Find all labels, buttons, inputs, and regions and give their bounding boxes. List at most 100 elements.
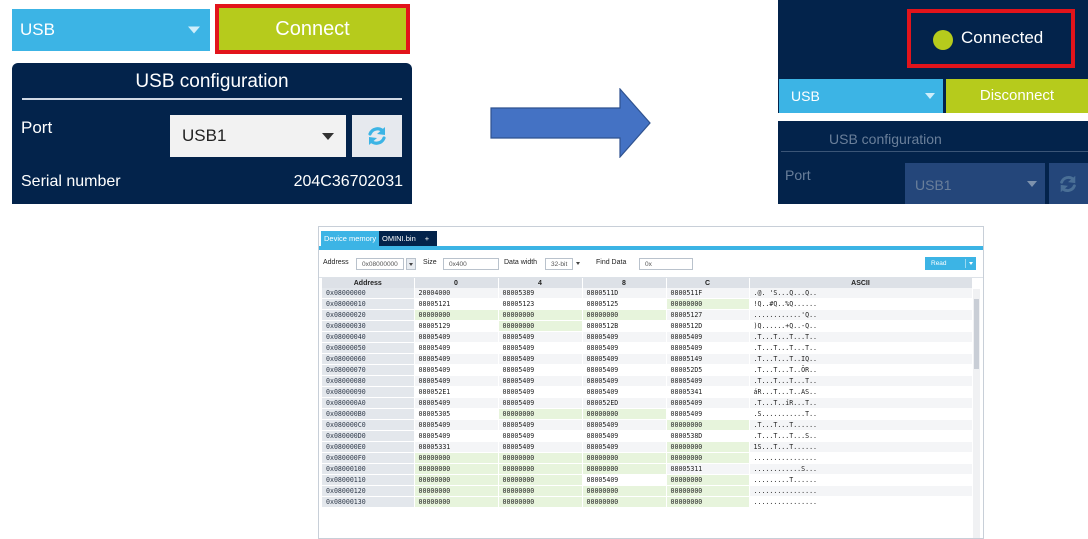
table-row[interactable]: 0x080000F0 00000000 00000000 00000000 000000…	[322, 452, 973, 464]
cell-address: 0x08000010	[322, 298, 415, 310]
cell-word-c: 08005409	[666, 397, 750, 409]
cell-address: 0x08000090	[322, 386, 415, 398]
connect-button[interactable]: Connect	[215, 4, 410, 54]
cell-word-0: 08005409	[414, 397, 499, 409]
cell-address: 0x080000D0	[322, 430, 415, 442]
address-dropdown-button[interactable]	[406, 258, 416, 270]
data-width-label: Data width	[504, 259, 538, 266]
cell-word-8: 08005409	[582, 474, 667, 486]
cell-word-4: 08005409	[498, 364, 583, 376]
read-button[interactable]: Read	[925, 257, 976, 270]
cell-word-4: 08005409	[498, 353, 583, 365]
table-header-row: Address 0 4 8 C ASCII	[322, 278, 973, 288]
cell-word-8: 00000000	[582, 408, 667, 420]
table-row[interactable]: 0x080000D0 08005409 08005409 08005409 080053…	[322, 430, 973, 442]
refresh-ports-button[interactable]	[352, 115, 402, 157]
interface-select[interactable]: USB	[779, 79, 943, 113]
cell-address: 0x08000070	[322, 364, 415, 376]
table-row[interactable]: 0x08000130 00000000 00000000 00000000 000000…	[322, 496, 973, 508]
cell-word-c: 00000000	[666, 474, 750, 486]
size-input[interactable]: 0x400	[443, 258, 499, 270]
cell-address: 0x08000120	[322, 485, 415, 497]
title-divider	[22, 98, 402, 100]
cell-word-8: 08005409	[582, 419, 667, 431]
table-row[interactable]: 0x08000110 00000000 00000000 08005409 000000…	[322, 474, 973, 486]
port-select-value: USB1	[915, 177, 952, 193]
cell-address: 0x08000030	[322, 320, 415, 332]
find-data-input[interactable]: 0x	[639, 258, 693, 270]
port-label: Port	[785, 167, 811, 183]
cell-word-c: 00000000	[666, 485, 750, 497]
data-width-select[interactable]: 32-bit	[545, 258, 573, 270]
cell-word-c: 08005409	[666, 342, 750, 354]
cell-word-4: 00000000	[498, 408, 583, 420]
interface-select[interactable]: USB	[12, 9, 210, 51]
cell-word-4: 00000000	[498, 452, 583, 464]
memory-tab-bar: Device memory OMINI.bin +	[319, 227, 983, 250]
port-select[interactable]: USB1	[170, 115, 346, 157]
connection-panel-after: Connected USB Disconnect USB configurati…	[778, 0, 1088, 204]
tab-omini-bin[interactable]: OMINI.bin	[379, 231, 421, 246]
table-row[interactable]: 0x080000C0 08005409 08005409 08005409 000000…	[322, 419, 973, 431]
table-row[interactable]: 0x08000030 08005129 00000000 0800512B 080051…	[322, 320, 973, 332]
table-row[interactable]: 0x08000070 08005409 08005409 08005409 080052…	[322, 364, 973, 376]
tab-device-memory[interactable]: Device memory	[321, 231, 383, 246]
cell-word-8: 08005409	[582, 441, 667, 453]
memory-table-body: 0x08000000 20004000 08005389 0800511D 080051…	[322, 288, 973, 508]
table-row[interactable]: 0x08000000 20004000 08005389 0800511D 080051…	[322, 288, 973, 299]
table-row[interactable]: 0x08000120 00000000 00000000 00000000 000000…	[322, 485, 973, 497]
table-row[interactable]: 0x080000B0 08005305 00000000 00000000 080054…	[322, 408, 973, 420]
refresh-ports-button-disabled	[1049, 163, 1088, 204]
table-row[interactable]: 0x08000080 08005409 08005409 08005409 080054…	[322, 375, 973, 387]
table-row[interactable]: 0x08000090 080052E1 08005409 08005409 080053…	[322, 386, 973, 398]
memory-toolbar: Address 0x08000000 Size 0x400 Data width…	[319, 253, 983, 278]
cell-word-c: 00000000	[666, 419, 750, 431]
table-row[interactable]: 0x08000100 00000000 00000000 00000000 080053…	[322, 463, 973, 475]
table-row[interactable]: 0x08000020 00000000 00000000 00000000 080051…	[322, 309, 973, 321]
interface-select-value: USB	[20, 20, 55, 39]
table-row[interactable]: 0x08000010 08005121 08005123 08005125 000000…	[322, 298, 973, 310]
cell-word-4: 08005409	[498, 386, 583, 398]
address-label: Address	[323, 259, 349, 266]
find-data-label: Find Data	[596, 259, 627, 266]
connection-panel-before: USB Connect USB configuration Port USB1 …	[5, 0, 412, 204]
cell-word-8: 0800511D	[582, 288, 667, 299]
table-row[interactable]: 0x08000060 08005409 08005409 08005409 080051…	[322, 353, 973, 365]
cell-word-0: 00000000	[414, 452, 499, 464]
connection-status: Connected	[907, 9, 1075, 68]
cell-word-0: 08005121	[414, 298, 499, 310]
cell-word-4: 08005409	[498, 430, 583, 442]
cell-word-8: 08005409	[582, 364, 667, 376]
cell-word-8: 080052ED	[582, 397, 667, 409]
table-row[interactable]: 0x08000040 08005409 08005409 08005409 080054…	[322, 331, 973, 343]
cell-word-0: 00000000	[414, 496, 499, 508]
usb-configuration-title: USB configuration	[135, 71, 289, 92]
usb-configuration-panel: USB configuration Port USB1 Serial numbe…	[12, 63, 412, 204]
port-label: Port	[21, 118, 53, 137]
device-memory-window: Device memory OMINI.bin + Address 0x0800…	[318, 226, 984, 539]
disconnect-button-label: Disconnect	[979, 87, 1055, 104]
cell-ascii: .T...T...T..IQ..	[749, 353, 973, 365]
cell-word-c: 08005409	[666, 331, 750, 343]
add-tab-button[interactable]: +	[417, 231, 437, 246]
data-width-dropdown-button[interactable]	[574, 258, 584, 270]
cell-ascii: .@. 'S...Q...Q..	[749, 288, 973, 299]
cell-word-0: 08005129	[414, 320, 499, 332]
cell-word-0: 20004000	[414, 288, 499, 299]
cell-ascii: ............'Q..	[749, 309, 973, 321]
table-row[interactable]: 0x080000E0 08005331 08005409 08005409 000000…	[322, 441, 973, 453]
table-row[interactable]: 0x080000A0 08005409 08005409 080052ED 080054…	[322, 397, 973, 409]
cell-ascii: ............S...	[749, 463, 973, 475]
cell-word-c: 00000000	[666, 496, 750, 508]
scrollbar-thumb[interactable]	[974, 299, 979, 369]
cell-word-0: 08005409	[414, 331, 499, 343]
vertical-scrollbar[interactable]	[973, 289, 980, 538]
disconnect-button[interactable]: Disconnect	[946, 79, 1088, 113]
cell-word-4: 08005409	[498, 441, 583, 453]
address-input[interactable]: 0x08000000	[356, 258, 404, 270]
cell-address: 0x08000000	[322, 288, 415, 299]
status-indicator-icon	[933, 30, 953, 50]
cell-word-0: 08005331	[414, 441, 499, 453]
table-row[interactable]: 0x08000050 08005409 08005409 08005409 080054…	[322, 342, 973, 354]
cell-word-c: 08005149	[666, 353, 750, 365]
